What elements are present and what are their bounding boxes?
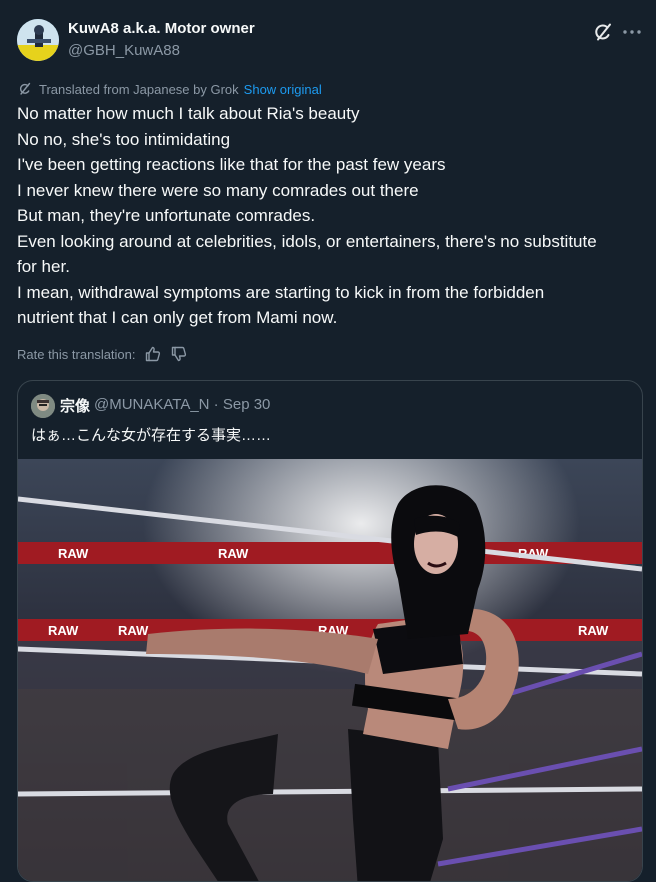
quoted-tweet-photo[interactable]: RAW RAW RAW RAW RAW RAW RAW <box>18 459 642 881</box>
more-icon[interactable] <box>620 20 644 44</box>
thumbs-up-icon[interactable] <box>144 345 162 363</box>
tweet-text-line: Even looking around at celebrities, idol… <box>17 231 597 251</box>
rate-translation: Rate this translation: <box>17 344 188 364</box>
banner-raw-text: RAW <box>218 546 249 561</box>
show-original-link[interactable]: Show original <box>244 82 322 97</box>
rate-translation-label: Rate this translation: <box>17 346 136 362</box>
tweet: KuwA8 a.k.a. Motor owner @GBH_KuwA88 Tra… <box>0 0 656 882</box>
translation-label: Translated from Japanese by Grok <box>39 81 239 97</box>
banner-raw-text: RAW <box>48 623 79 638</box>
author-display-name[interactable]: KuwA8 a.k.a. Motor owner <box>68 20 255 37</box>
author-handle[interactable]: @GBH_KuwA88 <box>68 42 180 59</box>
tweet-text-line: No matter how much I talk about Ria's be… <box>17 104 360 123</box>
translation-notice: Translated from Japanese by Grok Show or… <box>17 80 322 98</box>
tweet-text-line: for her. <box>17 257 70 276</box>
quoted-author-avatar[interactable] <box>31 394 55 418</box>
quoted-tweet-text: はぁ…こんな女が存在する事実…… <box>31 427 272 444</box>
tweet-text-line: But man, they're unfortunate comrades. <box>17 206 316 225</box>
banner-raw-text: RAW <box>58 546 89 561</box>
quoted-tweet[interactable]: 宗像 @MUNAKATA_N · Sep 30 はぁ…こんな女が存在する事実…… <box>17 380 643 882</box>
tweet-text-line: I never knew there were so many comrades… <box>17 180 419 200</box>
tweet-text-line: I've been getting reactions like that fo… <box>17 155 446 174</box>
grok-icon[interactable] <box>591 20 615 44</box>
tweet-text-line: No no, she's too intimidating <box>17 129 231 149</box>
banner-raw-text: RAW <box>118 623 149 638</box>
thumbs-down-icon[interactable] <box>170 345 188 363</box>
quoted-author-name[interactable]: 宗像 <box>60 395 90 416</box>
banner-raw-text: RAW <box>578 623 609 638</box>
tweet-text: No matter how much I talk about Ria's be… <box>17 101 647 331</box>
tweet-text-line: nutrient that I can only get from Mami n… <box>17 308 338 327</box>
tweet-text-line: I mean, withdrawal symptoms are starting… <box>17 282 545 302</box>
translate-icon <box>17 81 33 97</box>
author-avatar[interactable] <box>17 19 59 61</box>
quoted-author-meta[interactable]: @MUNAKATA_N · Sep 30 <box>94 396 270 413</box>
